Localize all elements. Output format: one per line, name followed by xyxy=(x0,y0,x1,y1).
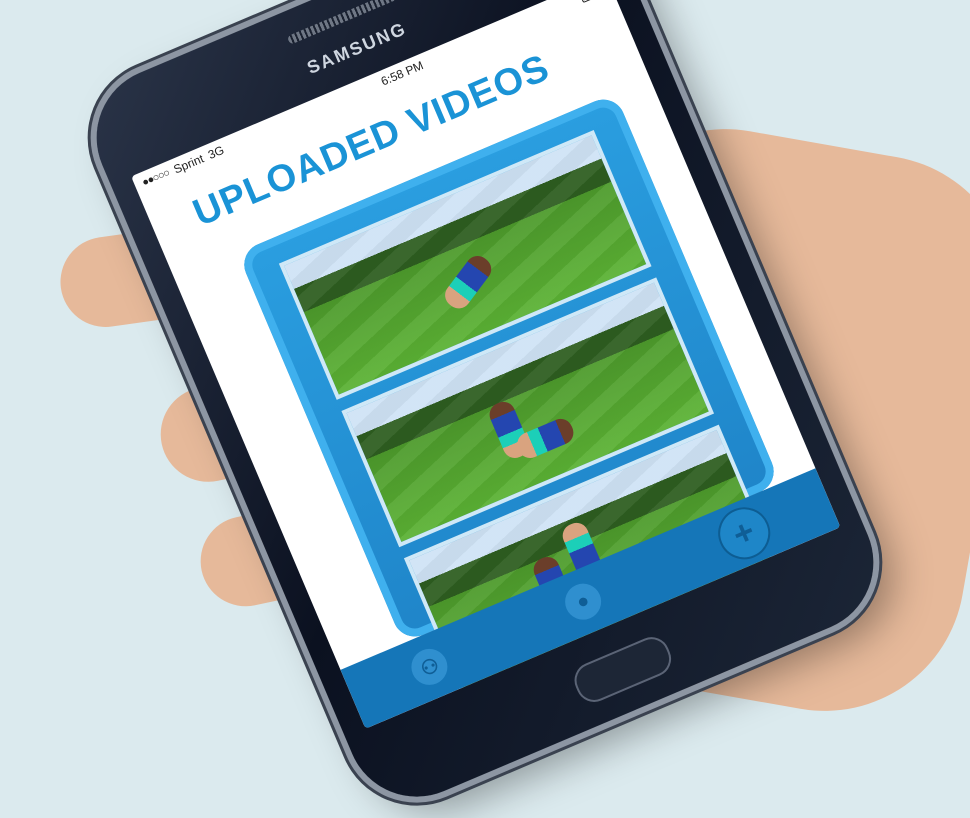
battery-icon xyxy=(578,0,606,4)
group-icon[interactable]: ⚇ xyxy=(406,643,454,691)
profile-icon[interactable]: ● xyxy=(559,578,607,626)
network-label: 3G xyxy=(205,142,227,162)
add-icon: + xyxy=(727,511,761,555)
signal-icon: ●●○○○ xyxy=(140,166,172,190)
add-button[interactable]: + xyxy=(709,499,778,568)
